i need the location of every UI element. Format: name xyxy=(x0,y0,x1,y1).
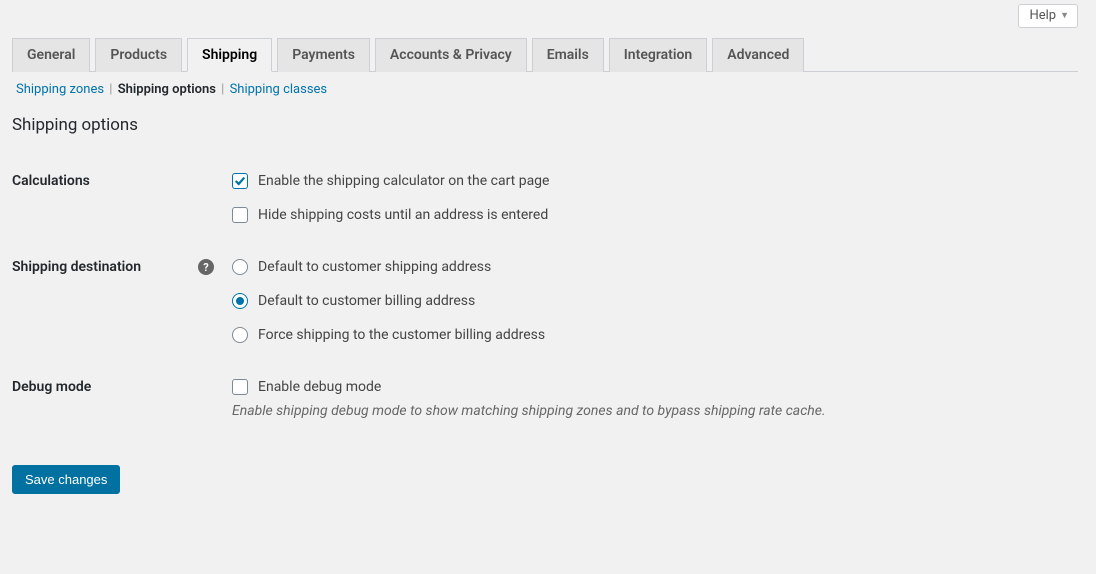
subnav-shipping-classes[interactable]: Shipping classes xyxy=(230,82,328,97)
debug-mode-label: Debug mode xyxy=(12,379,91,395)
tab-payments[interactable]: Payments xyxy=(277,38,370,72)
enable-debug-mode-label: Enable debug mode xyxy=(258,379,381,395)
tab-integration[interactable]: Integration xyxy=(609,38,707,72)
enable-debug-mode-checkbox[interactable] xyxy=(232,379,248,395)
calculations-label: Calculations xyxy=(12,173,90,189)
chevron-down-icon: ▼ xyxy=(1060,10,1069,21)
tab-advanced[interactable]: Advanced xyxy=(712,38,804,72)
section-title: Shipping options xyxy=(12,115,1078,135)
shipping-destination-label: Shipping destination xyxy=(12,259,141,275)
settings-tabs: General Products Shipping Payments Accou… xyxy=(12,38,1078,72)
destination-shipping-radio[interactable] xyxy=(232,259,248,275)
debug-mode-description: Enable shipping debug mode to show match… xyxy=(232,403,1078,419)
destination-force-radio[interactable] xyxy=(232,327,248,343)
help-button[interactable]: Help ▼ xyxy=(1018,4,1078,28)
subnav-separator: | xyxy=(107,82,114,97)
hide-shipping-costs-label: Hide shipping costs until an address is … xyxy=(258,207,548,223)
save-changes-button[interactable]: Save changes xyxy=(12,465,120,494)
subnav-shipping-options[interactable]: Shipping options xyxy=(118,82,216,97)
destination-force-label: Force shipping to the customer billing a… xyxy=(258,327,545,343)
enable-shipping-calculator-label: Enable the shipping calculator on the ca… xyxy=(258,173,549,189)
destination-shipping-label: Default to customer shipping address xyxy=(258,259,491,275)
tab-accounts-privacy[interactable]: Accounts & Privacy xyxy=(375,38,527,72)
subnav-shipping-zones[interactable]: Shipping zones xyxy=(16,82,104,97)
help-button-label: Help xyxy=(1029,8,1056,23)
hide-shipping-costs-checkbox[interactable] xyxy=(232,207,248,223)
tab-products[interactable]: Products xyxy=(95,38,182,72)
tab-general[interactable]: General xyxy=(12,38,90,72)
subnav-separator: | xyxy=(219,82,226,97)
destination-billing-radio[interactable] xyxy=(232,293,248,309)
enable-shipping-calculator-checkbox[interactable] xyxy=(232,173,248,189)
shipping-subnav: Shipping zones | Shipping options | Ship… xyxy=(16,82,1078,97)
help-icon[interactable]: ? xyxy=(198,259,214,275)
tab-shipping[interactable]: Shipping xyxy=(187,38,272,72)
destination-billing-label: Default to customer billing address xyxy=(258,293,475,309)
tab-emails[interactable]: Emails xyxy=(532,38,604,72)
